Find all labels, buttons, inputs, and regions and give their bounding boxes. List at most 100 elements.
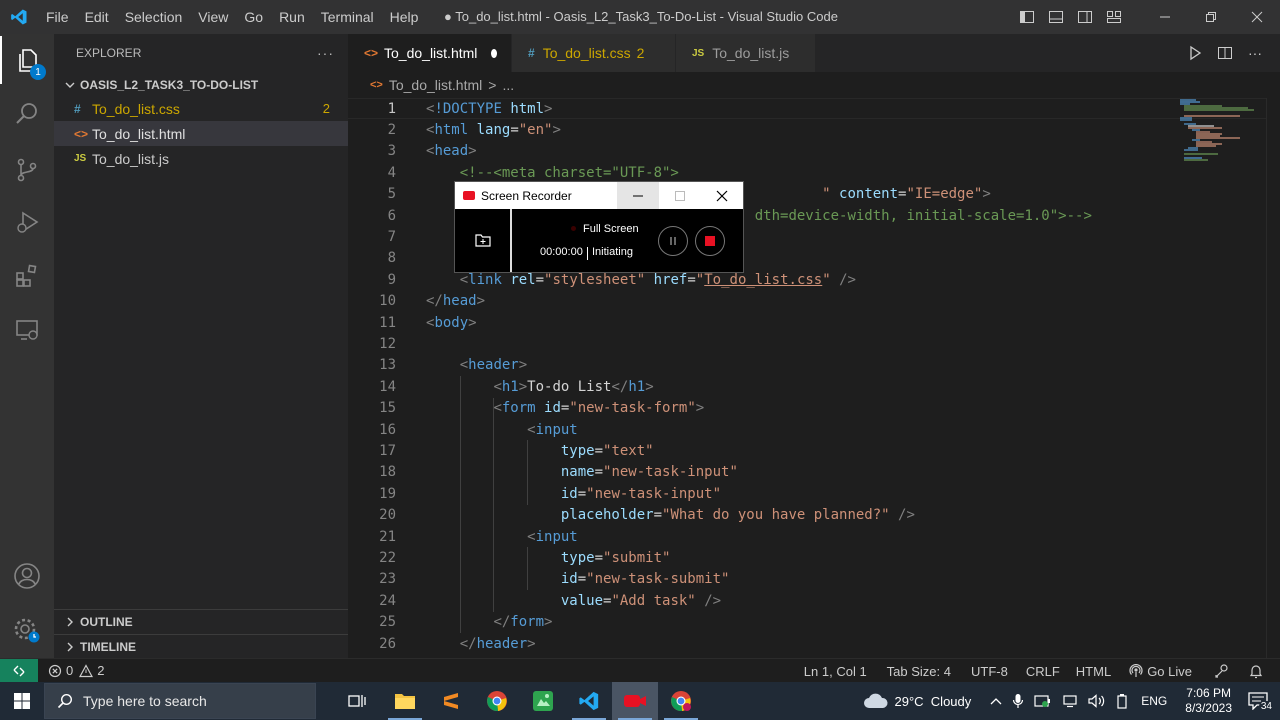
screen-recorder-taskbar-icon[interactable]: [612, 682, 658, 720]
file-item-css[interactable]: # To_do_list.css 2: [54, 96, 348, 121]
pause-button[interactable]: [658, 226, 688, 256]
problems-indicator[interactable]: 0 2: [38, 663, 112, 678]
code-line[interactable]: 21 <input: [348, 526, 1280, 547]
network-icon[interactable]: [1057, 694, 1083, 708]
code-line[interactable]: 23 id="new-task-submit": [348, 569, 1280, 590]
accounts-icon[interactable]: [0, 552, 54, 600]
code-line[interactable]: 13 <header>: [348, 355, 1280, 376]
code-line[interactable]: 17 type="text": [348, 440, 1280, 461]
customize-layout-icon[interactable]: [1099, 0, 1128, 34]
feedback-icon[interactable]: [1200, 663, 1238, 679]
open-folder-icon[interactable]: [475, 233, 491, 250]
volume-icon[interactable]: [1083, 694, 1111, 708]
unsaved-dot-icon[interactable]: [491, 48, 497, 58]
search-icon[interactable]: [0, 90, 54, 138]
windows-start-icon[interactable]: [0, 682, 44, 720]
toggle-panel-icon[interactable]: [1041, 0, 1070, 34]
code-line[interactable]: 1 <!DOCTYPE html>: [348, 98, 1280, 120]
minimize-button[interactable]: [1142, 0, 1188, 34]
menu-selection[interactable]: Selection: [117, 0, 191, 34]
menu-terminal[interactable]: Terminal: [313, 0, 382, 34]
stop-button[interactable]: [695, 226, 725, 256]
input-language[interactable]: ENG: [1133, 694, 1175, 708]
minimap[interactable]: [1178, 98, 1264, 198]
code-line[interactable]: 18 name="new-task-input": [348, 462, 1280, 483]
remote-indicator-icon[interactable]: [0, 658, 38, 683]
microphone-icon[interactable]: [1007, 693, 1029, 709]
task-view-icon[interactable]: [334, 682, 380, 720]
remote-explorer-icon[interactable]: [0, 306, 54, 354]
language-mode[interactable]: HTML: [1068, 664, 1119, 679]
recorder-maximize-button[interactable]: [659, 182, 701, 209]
chrome-icon[interactable]: [474, 682, 520, 720]
more-actions-icon[interactable]: ···: [1240, 38, 1270, 68]
timeline-section[interactable]: TIMELINE: [54, 634, 348, 658]
sublime-text-icon[interactable]: [428, 682, 474, 720]
toggle-sidebar-icon[interactable]: [1012, 0, 1041, 34]
file-item-js[interactable]: JS To_do_list.js: [54, 146, 348, 171]
error-count: 0: [66, 663, 74, 678]
toggle-secondary-sidebar-icon[interactable]: [1070, 0, 1099, 34]
menu-edit[interactable]: Edit: [77, 0, 117, 34]
tab-size[interactable]: Tab Size: 4: [875, 664, 959, 679]
code-line[interactable]: 2 <html lang="en">: [348, 119, 1280, 140]
tab-js[interactable]: JS To_do_list.js: [676, 34, 816, 72]
recorder-close-button[interactable]: [701, 182, 743, 209]
weather-widget[interactable]: 29°C Cloudy: [858, 693, 986, 709]
explorer-more-icon[interactable]: ···: [317, 45, 334, 61]
source-control-icon[interactable]: [0, 146, 54, 194]
menu-help[interactable]: Help: [382, 0, 418, 34]
tab-css[interactable]: # To_do_list.css 2: [512, 34, 676, 72]
vscode-taskbar-icon[interactable]: [566, 682, 612, 720]
explorer-icon[interactable]: 1: [0, 36, 54, 84]
restore-button[interactable]: [1188, 0, 1234, 34]
code-line[interactable]: 20 placeholder="What do you have planned…: [348, 505, 1280, 526]
code-line[interactable]: 15 <form id="new-task-form">: [348, 398, 1280, 419]
chrome-profile-icon[interactable]: [658, 682, 704, 720]
run-file-icon[interactable]: [1180, 38, 1210, 68]
extensions-icon[interactable]: [0, 252, 54, 300]
file-explorer-icon[interactable]: [382, 682, 428, 720]
explorer-badge: 1: [30, 64, 46, 80]
code-line[interactable]: 26 </header>: [348, 633, 1280, 654]
code-line[interactable]: 25 </form>: [348, 612, 1280, 633]
manage-gear-icon[interactable]: [0, 606, 54, 654]
outline-section[interactable]: OUTLINE: [54, 609, 348, 633]
code-line[interactable]: 22 type="submit": [348, 547, 1280, 568]
split-editor-icon[interactable]: [1210, 38, 1240, 68]
power-icon[interactable]: [1111, 693, 1133, 709]
code-line[interactable]: 3 <head>: [348, 141, 1280, 162]
show-hidden-icons-chevron-icon[interactable]: [985, 696, 1007, 706]
code-line[interactable]: 12: [348, 333, 1280, 354]
code-line[interactable]: 16 <input: [348, 419, 1280, 440]
breadcrumb-more[interactable]: ...: [502, 77, 514, 93]
encoding[interactable]: UTF-8: [959, 664, 1016, 679]
recorder-minimize-button[interactable]: [617, 182, 659, 209]
taskbar-search-input[interactable]: Type here to search: [44, 683, 316, 719]
code-line[interactable]: 10 </head>: [348, 291, 1280, 312]
close-button[interactable]: [1234, 0, 1280, 34]
go-live-button[interactable]: Go Live: [1119, 664, 1200, 679]
taskbar-clock[interactable]: 7:06 PM 8/3/2023: [1175, 686, 1242, 716]
menu-file[interactable]: File: [38, 0, 77, 34]
cursor-position[interactable]: Ln 1, Col 1: [796, 664, 875, 679]
end-of-line[interactable]: CRLF: [1016, 664, 1068, 679]
run-debug-icon[interactable]: [0, 198, 54, 246]
file-item-html[interactable]: <> To_do_list.html: [54, 121, 348, 146]
code-line[interactable]: 19 id="new-task-input": [348, 483, 1280, 504]
menu-view[interactable]: View: [190, 0, 236, 34]
workspace-folder[interactable]: OASIS_L2_TASK3_TO-DO-LIST: [54, 74, 348, 96]
menu-run[interactable]: Run: [271, 0, 313, 34]
code-line[interactable]: 24 value="Add task" />: [348, 590, 1280, 611]
photos-app-icon[interactable]: [520, 682, 566, 720]
notifications-bell-icon[interactable]: [1238, 663, 1272, 679]
notification-center-icon[interactable]: 34: [1242, 692, 1280, 712]
battery-saver-icon[interactable]: [1029, 694, 1057, 708]
vertical-scrollbar[interactable]: [1266, 98, 1280, 658]
code-line[interactable]: 11 <body>: [348, 312, 1280, 333]
tab-html[interactable]: <> To_do_list.html: [348, 34, 512, 72]
code-line[interactable]: 14 <h1>To-do List</h1>: [348, 376, 1280, 397]
recorder-mode[interactable]: Full Screen: [583, 223, 639, 235]
menu-go[interactable]: Go: [236, 0, 271, 34]
breadcrumb-file[interactable]: To_do_list.html: [389, 77, 482, 93]
